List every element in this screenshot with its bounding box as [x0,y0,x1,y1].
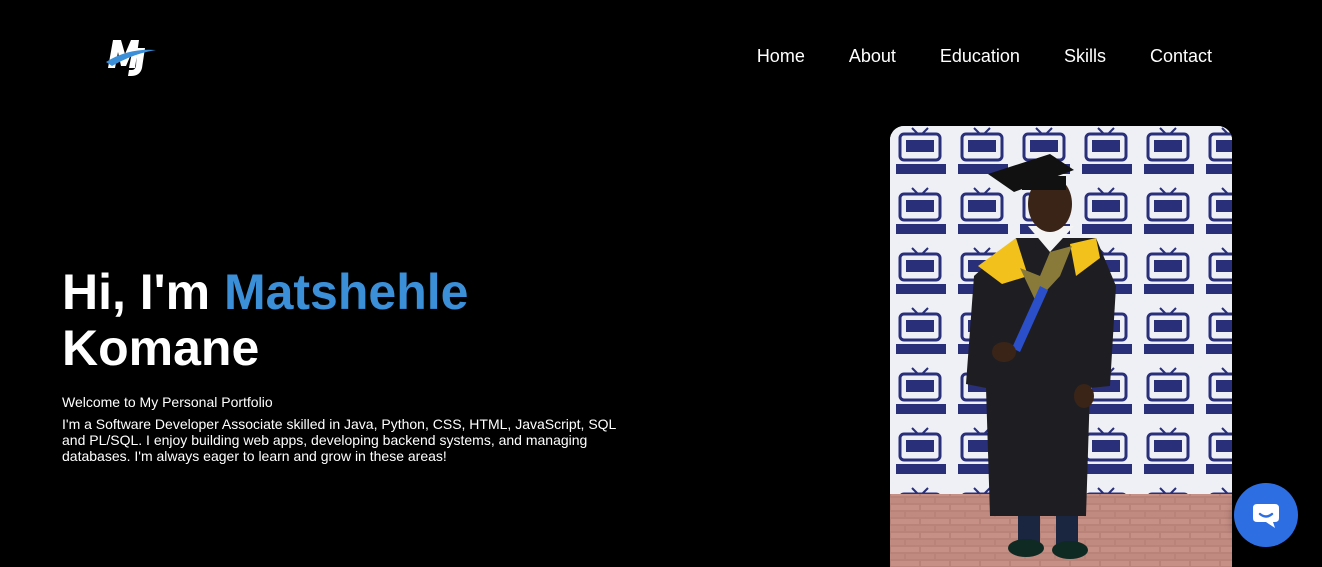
welcome-text: Welcome to My Personal Portfolio [62,394,273,410]
graduation-photo [890,126,1232,567]
portfolio-page: Home About Education Skills Contact Hi, … [0,0,1322,567]
intro-text: I'm a Software Developer Associate skill… [62,416,616,464]
main-nav: Home About Education Skills Contact [757,46,1212,67]
nav-item-skills: Skills [1064,46,1106,67]
nav-link-home[interactable]: Home [757,46,805,66]
hero-section: Hi, I'm Matshehle Komane Welcome to My P… [62,264,642,464]
nav-item-education: Education [940,46,1020,67]
nav-link-skills[interactable]: Skills [1064,46,1106,66]
nav-link-about[interactable]: About [849,46,896,66]
mj-logo-icon[interactable] [104,34,160,80]
hero-first-name: Matshehle [223,264,469,320]
nav-link-contact[interactable]: Contact [1150,46,1212,66]
hero-last-name: Komane [62,320,260,376]
nav-item-about: About [849,46,896,67]
nav-item-contact: Contact [1150,46,1212,67]
chat-button[interactable] [1234,483,1298,547]
nav-link-education[interactable]: Education [940,46,1020,66]
nav-item-home: Home [757,46,805,67]
chat-bubble-icon [1253,504,1279,528]
hero-greeting: Hi, I'm [62,264,211,320]
hero-title: Hi, I'm Matshehle Komane [62,264,642,376]
